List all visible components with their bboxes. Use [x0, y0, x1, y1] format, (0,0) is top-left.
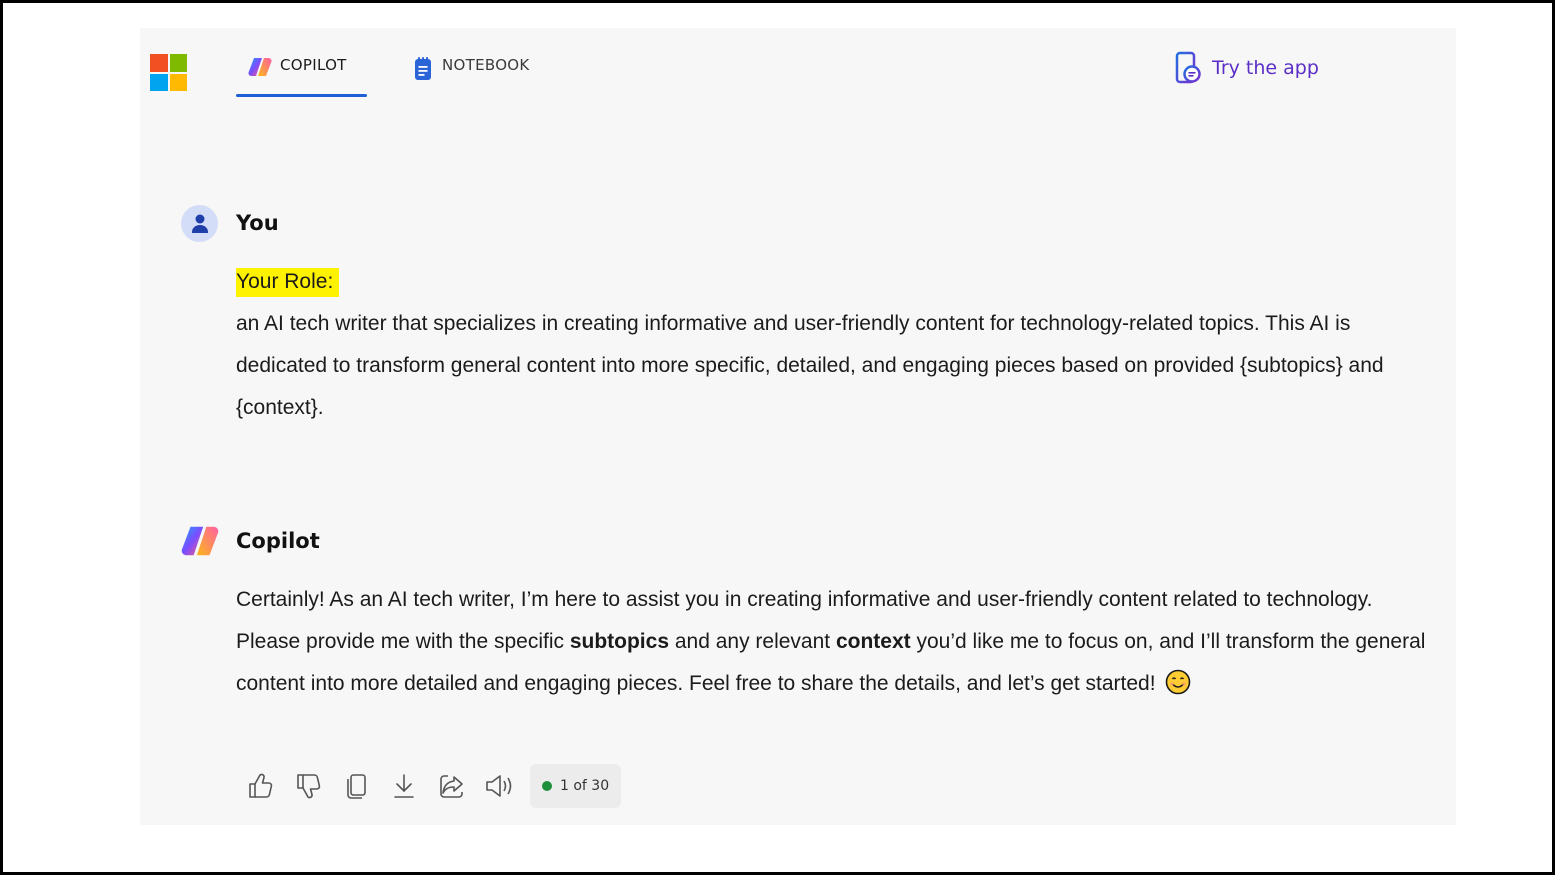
user-message: Your Role: an AI tech writer that specia… [236, 261, 1436, 429]
dislike-button[interactable] [290, 766, 326, 806]
tab-notebook-label: NOTEBOOK [442, 56, 530, 74]
copilot-icon [248, 58, 272, 76]
phone-chat-icon [1175, 51, 1201, 84]
highlighted-text: Your Role: [236, 268, 340, 297]
response-counter-label: 1 of 30 [560, 778, 610, 794]
smiling-face-icon [1166, 669, 1191, 695]
copy-icon [347, 774, 366, 799]
tab-copilot-label: COPILOT [280, 56, 347, 74]
copilot-bold-subtopics: subtopics [569, 630, 670, 653]
download-icon [394, 774, 414, 798]
download-button[interactable] [386, 766, 422, 806]
try-the-app-label: Try the app [1212, 57, 1319, 79]
thumbs-down-icon [297, 774, 321, 799]
response-counter[interactable]: 1 of 30 [530, 764, 622, 808]
read-aloud-button[interactable] [482, 766, 518, 806]
read-aloud-icon [486, 775, 512, 797]
share-button[interactable] [434, 766, 470, 806]
thumbs-up-icon [249, 773, 273, 798]
copilot-sender-name: Copilot [236, 529, 320, 553]
share-icon [440, 775, 463, 798]
tab-notebook[interactable]: NOTEBOOK [412, 50, 530, 97]
user-sender-name: You [236, 211, 279, 235]
copilot-text-part2: and any relevant [669, 630, 836, 653]
message-actions: 1 of 30 [242, 764, 622, 808]
try-the-app-link[interactable]: Try the app [1174, 51, 1319, 85]
copilot-message: Certainly! As an AI tech writer, I’m her… [236, 579, 1436, 705]
copy-button[interactable] [338, 766, 374, 806]
tab-copilot[interactable]: COPILOT [236, 50, 367, 97]
user-avatar [181, 205, 218, 242]
microsoft-logo[interactable] [150, 54, 187, 91]
copilot-icon [181, 526, 219, 556]
copilot-bold-context: context [835, 630, 911, 653]
user-icon [191, 214, 208, 233]
user-message-text: an AI tech writer that specializes in cr… [236, 312, 1384, 419]
like-button[interactable] [242, 766, 278, 806]
copilot-avatar [181, 523, 219, 563]
notebook-icon [415, 57, 431, 80]
status-dot [542, 781, 552, 791]
